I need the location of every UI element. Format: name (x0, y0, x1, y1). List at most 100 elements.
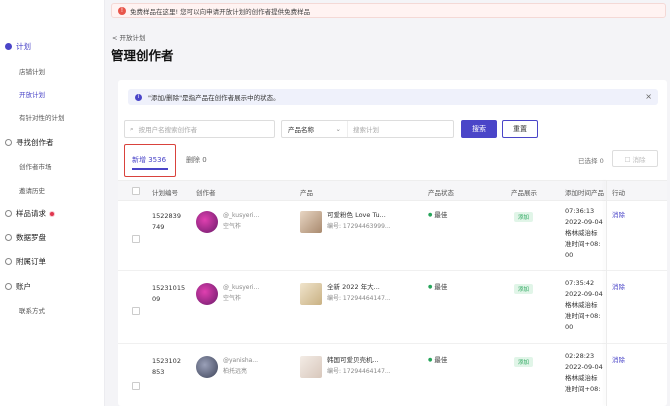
col-added-time: 添加时间产品 (565, 189, 604, 197)
sidebar-item-label: 计划 (16, 42, 31, 51)
sidebar-item-label: 寻找创作者 (16, 138, 54, 147)
col-creator: 创作者 (196, 189, 216, 197)
product-name[interactable]: 全新 2022 年大... (327, 282, 380, 293)
sticky-column-divider (606, 180, 607, 406)
sidebar-item-invite-history[interactable]: 邀请历史 (19, 185, 45, 195)
sample-banner: ! 免费样品在这里! 您可以向申请开放计划的创作者提供免费样品 (111, 3, 666, 18)
account-icon (5, 283, 12, 290)
remove-link[interactable]: 消除 (612, 282, 625, 293)
display-tag: 添加 (514, 212, 534, 222)
sample-icon (5, 210, 12, 217)
tab-removed[interactable]: 删除 0 (186, 155, 207, 165)
col-action: 行动 (612, 189, 625, 197)
sidebar-item-shop-plan[interactable]: 店铺计划 (19, 66, 45, 76)
creator-handle[interactable]: @yanisha... (223, 355, 258, 366)
info-icon: i (135, 93, 142, 101)
creator-handle[interactable]: @_kusyeri... (223, 210, 259, 221)
compass-icon (5, 234, 12, 241)
sidebar: 计划 店铺计划 开放计划 有针对性的计划 寻找创作者 创作者市场 邀请历史 样品… (0, 0, 105, 406)
sidebar-item-contact[interactable]: 联系方式 (19, 305, 45, 315)
product-thumbnail (300, 283, 322, 305)
status-badge: 最佳 (428, 355, 447, 366)
plan-search-group: 产品名称 ⌄ 搜索计划 (281, 120, 454, 138)
row-checkbox[interactable] (132, 235, 140, 243)
plan-icon (5, 43, 12, 50)
main-panel: i "添加/删除"是指产品在创作者展示中的状态。 × ⌕ 按用户名搜索创作者 产… (118, 80, 667, 406)
reset-button[interactable]: 重置 (502, 120, 538, 138)
table-header: 计划编号 创作者 产品 产品状态 产品展示 添加时间产品 行动 (118, 180, 667, 201)
product-id: 编号: 17294464147... (327, 368, 391, 375)
sidebar-item-label: 样品请求 (16, 209, 46, 218)
plan-id: 15231015 09 (152, 284, 186, 303)
avatar (196, 283, 218, 305)
alert-icon: ! (118, 6, 126, 15)
product-thumbnail (300, 356, 322, 378)
select-value: 产品名称 (288, 126, 314, 134)
sidebar-item-sample-requests[interactable]: 样品请求 (0, 208, 105, 219)
order-icon (5, 258, 12, 265)
search-button[interactable]: 搜索 (461, 120, 497, 138)
select-all-checkbox[interactable] (132, 187, 140, 195)
sidebar-item-targeted-plan[interactable]: 有针对性的计划 (19, 112, 65, 122)
col-product: 产品 (300, 189, 313, 197)
remove-link[interactable]: 消除 (612, 355, 625, 366)
table-row: 1523102 853 @yanisha... 柏托远亮 韩国可爱贝壳机... 编… (118, 344, 667, 406)
sidebar-item-label: 附属订单 (16, 257, 46, 266)
selected-count: 已选择 0 (578, 157, 604, 165)
plan-id: 1522839 749 (152, 212, 181, 231)
sidebar-item-label: 账户 (16, 282, 31, 291)
col-plan-id: 计划编号 (152, 189, 178, 197)
sidebar-item-open-plan[interactable]: 开放计划 (19, 89, 45, 99)
remove-link[interactable]: 消除 (612, 210, 625, 221)
product-thumbnail (300, 211, 322, 233)
avatar (196, 211, 218, 233)
added-time: 07:35:42 2022-09-04 格林威治标 准时间+08: 00 (565, 279, 603, 331)
bulk-remove-button[interactable]: ☐ 消除 (612, 150, 658, 167)
tab-added[interactable]: 新增 3536 (132, 155, 166, 165)
sidebar-item-plans[interactable]: 计划 (0, 41, 105, 52)
notification-dot (49, 210, 55, 217)
row-checkbox[interactable] (132, 307, 140, 315)
info-notice: i "添加/删除"是指产品在创作者展示中的状态。 × (128, 89, 658, 105)
plan-search-input[interactable]: 搜索计划 (348, 124, 379, 134)
display-tag: 添加 (514, 284, 534, 294)
row-checkbox[interactable] (132, 382, 140, 390)
sidebar-item-find-creators[interactable]: 寻找创作者 (0, 137, 105, 148)
sidebar-item-data-compass[interactable]: 数据罗盘 (0, 232, 105, 243)
status-badge: 最佳 (428, 282, 447, 293)
sidebar-item-account[interactable]: 账户 (0, 281, 105, 292)
product-name[interactable]: 可爱粉色 Love Tu... (327, 210, 386, 221)
sidebar-item-label: 数据罗盘 (16, 233, 46, 242)
avatar (196, 356, 218, 378)
product-name[interactable]: 韩国可爱贝壳机... (327, 355, 379, 366)
product-id: 编号: 17294464147... (327, 295, 391, 302)
breadcrumb[interactable]: < 开放计划 (112, 32, 146, 42)
chevron-down-icon: ⌄ (335, 125, 341, 133)
close-icon[interactable]: × (645, 92, 652, 101)
creator-search-placeholder: 按用户名搜索创作者 (138, 126, 198, 134)
info-text: "添加/删除"是指产品在创作者展示中的状态。 (148, 94, 280, 102)
creator-name: 空气祚 (223, 223, 242, 230)
page-title: 管理创作者 (111, 48, 174, 63)
product-id: 编号: 17294463999... (327, 223, 391, 230)
banner-text: 免费样品在这里! 您可以向申请开放计划的创作者提供免费样品 (130, 7, 311, 16)
creator-search-input[interactable]: ⌕ 按用户名搜索创作者 (124, 120, 275, 138)
table-row: 15231015 09 @_kusyeri... 空气祚 全新 2022 年大..… (118, 271, 667, 344)
added-time: 02:28:23 2022-09-04 格林威治标 准时间+08: (565, 352, 603, 393)
creator-name: 柏托远亮 (223, 368, 248, 375)
col-product-status: 产品状态 (428, 189, 454, 197)
creator-handle[interactable]: @_kusyeri... (223, 282, 259, 293)
creator-name: 空气祚 (223, 295, 242, 302)
col-product-display: 产品展示 (511, 189, 537, 197)
display-tag: 添加 (514, 357, 534, 367)
sidebar-item-creator-market[interactable]: 创作者市场 (19, 161, 52, 171)
added-time: 07:36:13 2022-09-04 格林威治标 准时间+08: 00 (565, 207, 603, 259)
active-tab-indicator (132, 168, 168, 170)
people-icon (5, 139, 12, 146)
status-badge: 最佳 (428, 210, 447, 221)
product-name-select[interactable]: 产品名称 ⌄ (282, 121, 348, 137)
search-icon: ⌕ (130, 124, 134, 133)
sidebar-item-affiliate-orders[interactable]: 附属订单 (0, 256, 105, 267)
table-row: 1522839 749 @_kusyeri... 空气祚 可爱粉色 Love Tu… (118, 201, 667, 271)
plan-id: 1523102 853 (152, 357, 181, 376)
